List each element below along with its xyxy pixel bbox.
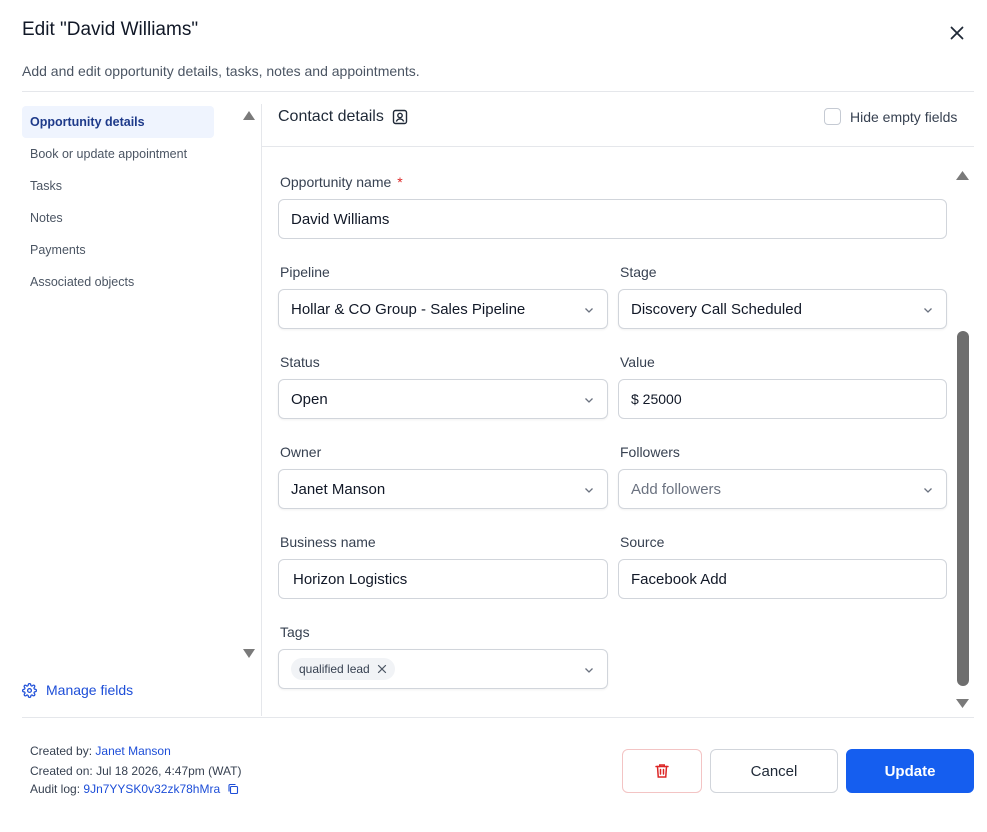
followers-label: Followers [620,444,680,460]
tag-chip: qualified lead [291,658,395,680]
scroll-down-icon[interactable] [955,697,970,709]
gear-icon [22,682,37,698]
hide-empty-fields-checkbox[interactable] [824,108,841,125]
pipeline-label: Pipeline [280,264,330,280]
tags-label: Tags [280,624,310,640]
stage-value: Discovery Call Scheduled [631,300,802,318]
manage-fields-label: Manage fields [46,682,134,698]
audit-log-link[interactable]: 9Jn7YYSK0v32zk78hMra [83,782,220,796]
business-name-value: Horizon Logistics [293,570,408,588]
status-value: Open [291,390,328,408]
stage-label: Stage [620,264,657,280]
status-label: Status [280,354,320,370]
header-divider [22,91,974,92]
source-value: Facebook Add [631,570,727,588]
owner-select[interactable]: Janet Manson [278,469,608,509]
sidebar-scroll-up-icon[interactable] [242,110,256,122]
opportunity-name-value: David Williams [291,210,390,228]
sidebar-item-notes[interactable]: Notes [22,202,214,234]
owner-value: Janet Manson [291,480,386,498]
sidebar-item-book-appointment[interactable]: Book or update appointment [22,138,214,170]
pipeline-select[interactable]: Hollar & CO Group - Sales Pipeline [278,289,608,329]
chevron-down-icon [924,308,932,313]
value-input[interactable]: $ 25000 [618,379,947,419]
sidebar-item-payments[interactable]: Payments [22,234,214,266]
modal-title: Edit "David Williams" [22,19,199,40]
scroll-up-icon[interactable] [955,170,970,182]
required-mark: * [397,174,403,190]
footer-divider [22,717,974,718]
copy-icon[interactable] [227,783,239,795]
value-amount: $ 25000 [631,391,682,407]
close-button[interactable] [944,20,970,46]
opportunity-name-input[interactable]: David Williams [278,199,947,239]
sidebar-item-opportunity-details[interactable]: Opportunity details [22,106,214,138]
tag-label: qualified lead [299,662,370,676]
chevron-down-icon [585,398,593,403]
chevron-down-icon [585,488,593,493]
value-label: Value [620,354,655,370]
sidebar-item-associated-objects[interactable]: Associated objects [22,266,214,298]
scrollbar-thumb[interactable] [957,331,969,686]
modal-subtitle: Add and edit opportunity details, tasks,… [22,63,420,79]
pipeline-value: Hollar & CO Group - Sales Pipeline [291,300,526,318]
contact-details-header: Contact details [278,108,408,126]
chevron-down-icon [585,668,593,673]
created-on-label: Created on: [30,764,93,778]
opportunity-name-label: Opportunity name * [280,174,403,190]
contact-header-divider [262,146,974,147]
stage-select[interactable]: Discovery Call Scheduled [618,289,947,329]
followers-select[interactable]: Add followers [618,469,947,509]
remove-tag-icon[interactable] [377,664,387,674]
delete-button[interactable] [622,749,702,793]
source-input[interactable]: Facebook Add [618,559,947,599]
contact-details-title: Contact details [278,108,384,125]
chevron-down-icon [585,308,593,313]
source-label: Source [620,534,665,550]
created-by-row: Created by: Janet Manson [30,744,171,758]
update-button[interactable]: Update [846,749,974,793]
created-by-link[interactable]: Janet Manson [95,744,170,758]
tags-select[interactable]: qualified lead [278,649,608,689]
business-name-label: Business name [280,534,376,550]
hide-empty-fields-label: Hide empty fields [850,108,958,125]
sidebar-divider [261,104,262,716]
opportunity-name-label-text: Opportunity name [280,174,392,190]
audit-log-label: Audit log: [30,782,81,796]
sidebar-item-tasks[interactable]: Tasks [22,170,214,202]
business-name-input[interactable]: Horizon Logistics [278,559,608,599]
sidebar-scroll-down-icon[interactable] [242,647,256,659]
trash-icon [655,764,669,778]
hide-empty-fields-toggle[interactable]: Hide empty fields [824,108,957,125]
audit-log-row: Audit log: 9Jn7YYSK0v32zk78hMra [30,782,239,796]
created-by-label: Created by: [30,744,93,758]
status-select[interactable]: Open [278,379,608,419]
edit-opportunity-modal: Edit "David Williams" Add and edit oppor… [0,0,987,832]
sidebar-nav: Opportunity details Book or update appoi… [22,106,254,298]
cancel-button[interactable]: Cancel [710,749,838,793]
created-on-value: Jul 18 2026, 4:47pm (WAT) [96,764,242,778]
chevron-down-icon [924,488,932,493]
owner-label: Owner [280,444,322,460]
contact-card-icon[interactable] [392,109,408,125]
manage-fields-link[interactable]: Manage fields [22,682,133,698]
followers-placeholder: Add followers [631,480,722,498]
created-on-row: Created on: Jul 18 2026, 4:47pm (WAT) [30,764,241,778]
close-icon [950,26,964,40]
